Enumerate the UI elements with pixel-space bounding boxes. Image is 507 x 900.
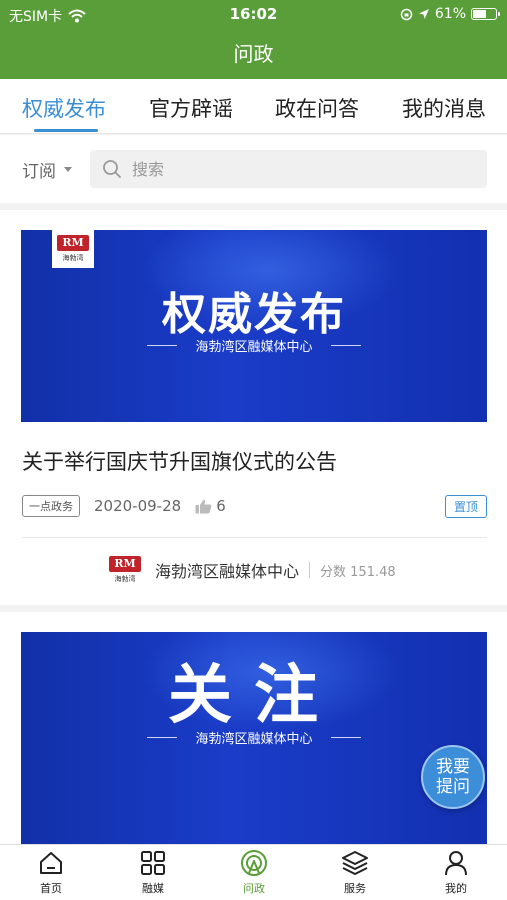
rm-logo: RM 海勃湾 — [52, 230, 94, 268]
source-name: 海勃湾区融媒体中心 — [155, 562, 300, 581]
banner-title: 权威发布 — [162, 289, 346, 340]
tab-authoritative-release[interactable]: 权威发布 — [22, 93, 106, 123]
card-divider — [22, 537, 487, 538]
subscribe-dropdown[interactable]: 订阅 — [22, 157, 72, 182]
nav-item-services[interactable]: 服务 — [325, 849, 385, 896]
nav-item-home[interactable]: 首页 — [21, 849, 81, 896]
post-card[interactable]: 关注 海勃湾区融媒体中心 — [0, 612, 507, 844]
banner-title: 关注 — [168, 659, 340, 733]
layers-icon — [342, 851, 368, 875]
source-logo: RM 海勃湾 — [105, 550, 145, 590]
divider-line — [330, 737, 361, 738]
ask-question-button[interactable]: 我要 提问 — [421, 745, 485, 809]
banner-subtitle: 海勃湾区融媒体中心 — [195, 340, 313, 355]
post-source[interactable]: RM 海勃湾 海勃湾区融媒体中心 分数 151.48 — [105, 550, 396, 590]
source-separator — [309, 562, 311, 578]
post-banner-image[interactable]: 关注 海勃湾区融媒体中心 — [21, 632, 487, 844]
user-icon — [445, 851, 467, 876]
tab-rumor-refutation[interactable]: 官方辟谣 — [149, 93, 233, 123]
pinned-badge: 置顶 — [444, 495, 487, 518]
post-headline[interactable]: 关于举行国庆节升国旗仪式的公告 — [22, 446, 337, 476]
divider-line — [330, 345, 361, 346]
divider-line — [147, 737, 178, 738]
post-meta: 一点政务 2020-09-28 6 置顶 — [22, 495, 487, 518]
nav-item-media[interactable]: 融媒 — [123, 849, 183, 896]
like-count[interactable]: 6 — [195, 497, 226, 515]
search-icon — [103, 160, 121, 178]
post-date: 2020-09-28 — [94, 497, 182, 515]
post-card[interactable]: RM 海勃湾 权威发布 海勃湾区融媒体中心 关于举行国庆节升国旗仪式的公告 一点… — [0, 210, 507, 605]
nav-item-politics[interactable]: 问政 — [224, 849, 284, 896]
caret-down-icon — [64, 167, 72, 172]
thumbs-up-icon — [195, 499, 212, 513]
nav-item-profile[interactable]: 我的 — [426, 849, 486, 896]
divider-line — [147, 345, 178, 346]
source-score: 分数 151.48 — [320, 564, 396, 580]
battery-percent: 61% — [434, 6, 466, 22]
post-banner-image[interactable]: RM 海勃湾 权威发布 海勃湾区融媒体中心 — [21, 230, 487, 422]
page-title: 问政 — [233, 42, 274, 66]
location-icon — [418, 9, 429, 19]
app-header: 无SIM卡 16:02 61% 问政 — [0, 0, 507, 79]
subscribe-label: 订阅 — [22, 162, 56, 182]
fab-label-line2: 提问 — [436, 777, 470, 797]
battery-icon — [471, 8, 500, 20]
banner-subtitle: 海勃湾区融媒体中心 — [195, 732, 313, 747]
search-input[interactable] — [132, 159, 452, 179]
grid-icon — [141, 851, 165, 875]
broadcast-icon — [241, 850, 267, 876]
tab-qa[interactable]: 政在问答 — [275, 93, 359, 123]
bottom-nav: 首页 融媒 问政 服务 我的 — [0, 844, 507, 900]
active-tab-indicator — [34, 129, 98, 132]
search-box[interactable] — [90, 150, 487, 188]
tab-bar: 权威发布 官方辟谣 政在问答 我的消息 — [0, 79, 507, 134]
home-icon — [40, 852, 62, 874]
orientation-lock-icon — [400, 8, 413, 20]
fab-label-line1: 我要 — [436, 757, 470, 777]
filter-bar: 订阅 — [0, 135, 507, 203]
tab-my-messages[interactable]: 我的消息 — [402, 93, 486, 123]
status-bar: 无SIM卡 16:02 61% — [0, 0, 507, 28]
category-tag: 一点政务 — [22, 495, 80, 517]
